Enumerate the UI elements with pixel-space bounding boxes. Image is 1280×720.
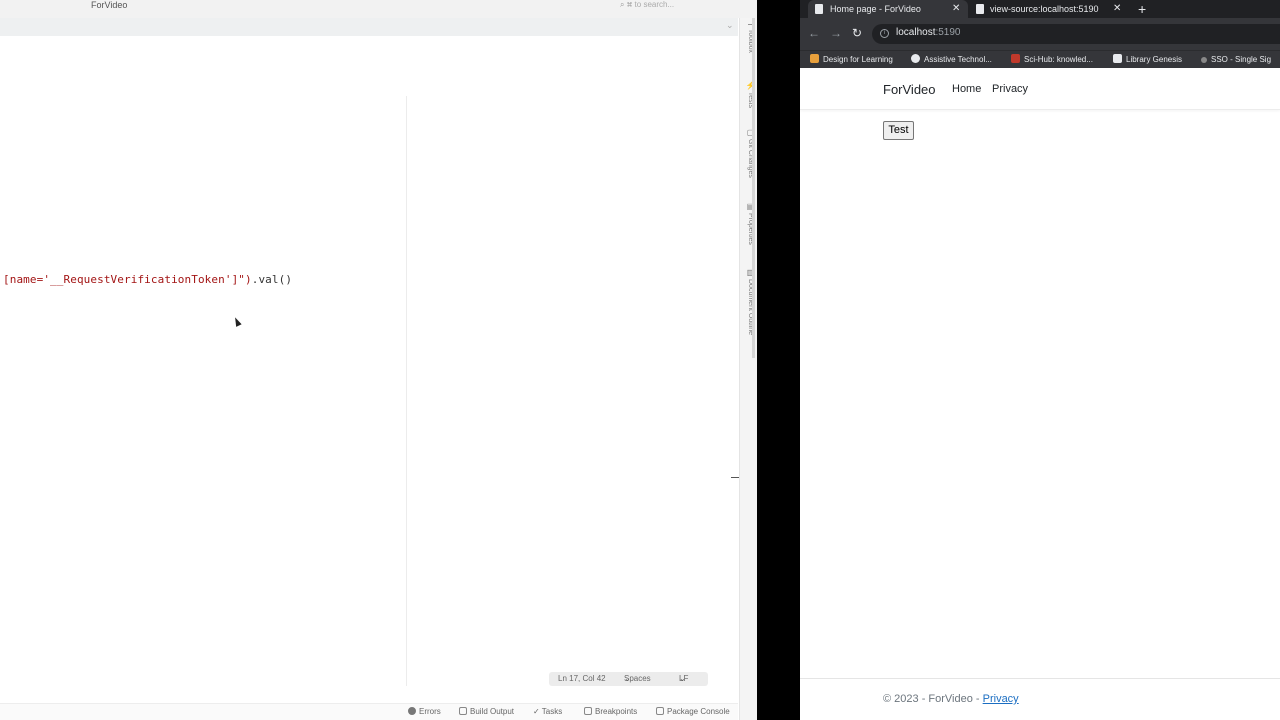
bookmarks-bar: Design for Learning Assistive Technol...… xyxy=(800,50,1280,68)
tool-breakpoints[interactable]: Breakpoints xyxy=(584,707,637,716)
build-output-icon xyxy=(459,707,467,715)
ide-tab-strip[interactable] xyxy=(0,18,738,36)
bookmark-favicon-icon xyxy=(911,54,920,63)
tool-package-console[interactable]: Package Console xyxy=(656,707,730,716)
bookmark-library-genesis[interactable]: Library Genesis xyxy=(1113,54,1182,65)
search-icon: ⌕ ⌘ xyxy=(620,0,633,9)
bookmark-favicon-icon xyxy=(1201,57,1207,63)
bookmark-favicon-icon xyxy=(810,54,819,63)
bookmark-sci-hub[interactable]: Sci-Hub: knowled... xyxy=(1011,54,1093,65)
tool-tasks[interactable]: ✓ Tasks xyxy=(533,707,562,716)
url-text: localhost:5190 xyxy=(896,27,961,38)
ide-titlebar: ForVideo ⌕ ⌘ to search... xyxy=(0,0,757,18)
tool-errors[interactable]: Errors xyxy=(408,707,441,716)
check-icon: ✓ xyxy=(533,707,542,716)
mouse-cursor-icon xyxy=(232,316,242,327)
browser-window: Home page - ForVideo ✕ view-source:local… xyxy=(800,0,1280,720)
footer-text: © 2023 - ForVideo - Privacy xyxy=(883,693,1019,705)
nav-link-home[interactable]: Home xyxy=(952,83,981,95)
browser-tab-bar: Home page - ForVideo ✕ view-source:local… xyxy=(800,0,1280,18)
scrollbar[interactable] xyxy=(752,18,755,358)
site-navbar: ForVideo Home Privacy xyxy=(800,68,1280,110)
code-editor[interactable]: [name='__RequestVerificationToken']").va… xyxy=(0,36,739,700)
bottom-tool-bar: Errors Build Output ✓ Tasks Breakpoints … xyxy=(0,703,738,720)
bookmark-design-for-learning[interactable]: Design for Learning xyxy=(810,54,893,65)
new-tab-icon[interactable]: + xyxy=(1138,0,1146,18)
code-method: .val() xyxy=(251,273,293,286)
error-icon xyxy=(408,707,416,715)
tab-view-source[interactable]: view-source:localhost:5190 ✕ xyxy=(968,0,1126,18)
site-footer: © 2023 - ForVideo - Privacy xyxy=(800,678,1280,720)
editor-guide-line xyxy=(406,96,407,686)
code-line: [name='__RequestVerificationToken']").va… xyxy=(3,273,292,286)
bookmark-favicon-icon xyxy=(1011,54,1020,63)
tab-home-page[interactable]: Home page - ForVideo ✕ xyxy=(808,0,968,18)
ide-title: ForVideo xyxy=(91,0,128,10)
chevron-down-icon[interactable]: ⌄ xyxy=(726,20,734,31)
footer-privacy-link[interactable]: Privacy xyxy=(983,693,1019,705)
close-icon[interactable]: ✕ xyxy=(1113,0,1121,18)
code-string: [name='__RequestVerificationToken']") xyxy=(3,273,252,286)
line-ending[interactable]: LF ⌄ xyxy=(679,672,688,686)
ide-window: ForVideo ⌕ ⌘ to search... ⌄ [name='__Req… xyxy=(0,0,757,720)
bookmark-favicon-icon xyxy=(1113,54,1122,63)
close-icon[interactable]: ✕ xyxy=(952,0,960,18)
ide-search-placeholder: to search... xyxy=(634,0,675,9)
address-bar[interactable]: i localhost:5190 xyxy=(872,24,1280,44)
page-icon xyxy=(976,4,984,14)
test-button[interactable]: Test xyxy=(883,121,914,140)
scroll-marker xyxy=(731,477,739,478)
bookmark-assistive-technol[interactable]: Assistive Technol... xyxy=(911,54,992,65)
site-brand[interactable]: ForVideo xyxy=(883,82,936,97)
back-icon[interactable]: ← xyxy=(808,25,820,41)
breakpoint-icon xyxy=(584,707,592,715)
forward-icon[interactable]: → xyxy=(830,25,842,41)
page-icon xyxy=(815,4,823,14)
cursor-position[interactable]: Ln 17, Col 42 xyxy=(558,672,606,686)
bookmark-sso[interactable]: SSO - Single Sig xyxy=(1201,54,1271,65)
editor-status-bar: Ln 17, Col 42 Spaces ⌄ LF ⌄ xyxy=(549,672,708,686)
nav-link-privacy[interactable]: Privacy xyxy=(992,83,1028,95)
reload-icon[interactable]: ↻ xyxy=(852,25,862,41)
tool-build-output[interactable]: Build Output xyxy=(459,707,514,716)
web-page: ForVideo Home Privacy Test © 2023 - ForV… xyxy=(800,68,1280,720)
info-icon[interactable]: i xyxy=(880,29,889,38)
indent-mode[interactable]: Spaces ⌄ xyxy=(624,672,651,686)
console-icon xyxy=(656,707,664,715)
ide-search-box[interactable]: ⌕ ⌘ to search... xyxy=(620,0,674,10)
